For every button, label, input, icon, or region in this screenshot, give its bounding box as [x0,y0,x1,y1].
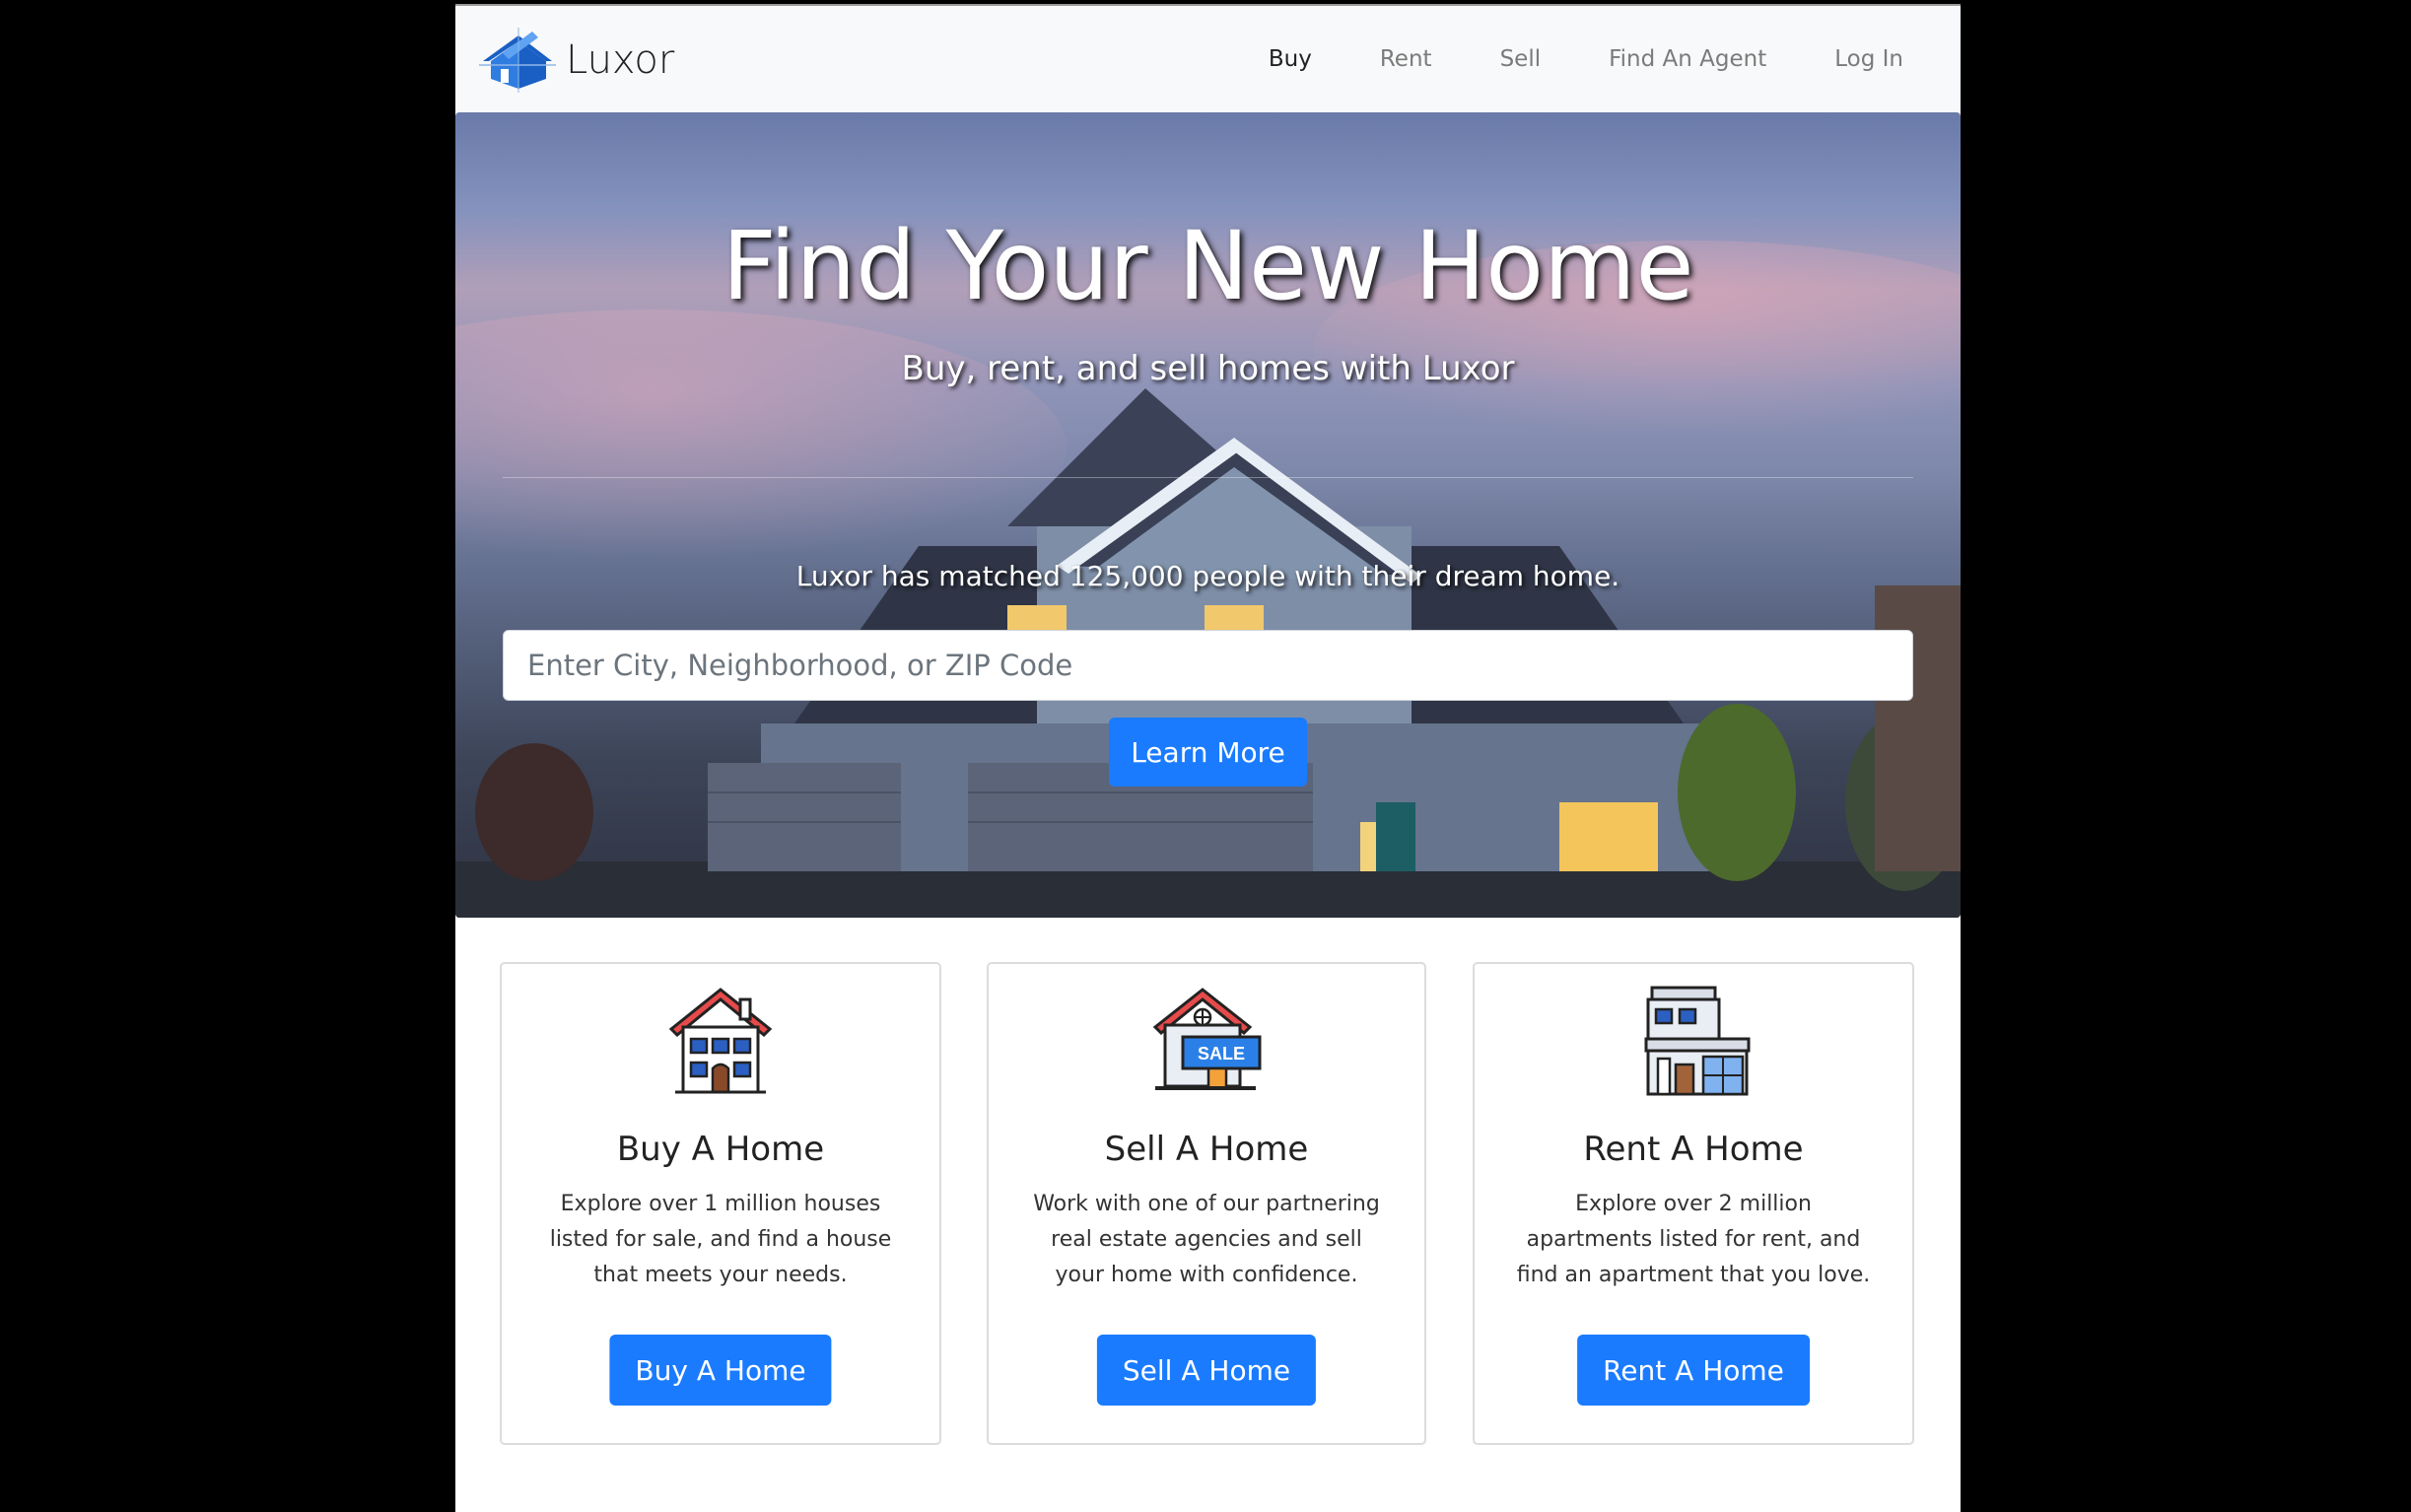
hero-jumbotron: Find Your New Home Buy, rent, and sell h… [455,112,1961,918]
location-search-input[interactable] [503,630,1913,701]
card-text: Explore over 1 million houses listed for… [549,1192,892,1287]
nav-log-in[interactable]: Log In [1834,46,1903,72]
buy-card: Buy A Home Explore over 1 million houses… [500,962,941,1445]
apartment-building-icon [1644,986,1751,1096]
nav-sell[interactable]: Sell [1500,46,1542,72]
card-title: Rent A Home [1583,1130,1804,1169]
luxor-logo-icon [479,28,556,93]
sale-house-icon: SALE [1152,988,1262,1090]
navbar: Luxor Buy Rent Sell Find An Agent Log In [455,6,1961,112]
nav-buy[interactable]: Buy [1269,46,1312,72]
page: Luxor Buy Rent Sell Find An Agent Log In [455,4,1961,1512]
nav-find-agent[interactable]: Find An Agent [1609,46,1766,72]
hero-title: Find Your New Home [722,211,1694,321]
learn-more-button[interactable]: Learn More [1109,718,1307,787]
house-icon [668,988,773,1094]
rent-a-home-button[interactable]: Rent A Home [1577,1335,1810,1406]
card-text: Work with one of our partnering real est… [1033,1192,1380,1287]
brand-name: Luxor [566,37,675,83]
card-title: Buy A Home [616,1130,825,1169]
main-nav: Buy Rent Sell Find An Agent Log In [1269,6,1961,112]
card-text: Explore over 2 million apartments listed… [1516,1192,1871,1287]
sell-card: SALE Sell A Home Work with one of our pa… [987,962,1426,1445]
card-title: Sell A Home [1104,1130,1309,1169]
buy-a-home-button[interactable]: Buy A Home [609,1335,832,1406]
hero-lead-text: Luxor has matched 125,000 people with th… [795,560,1620,592]
sell-a-home-button[interactable]: Sell A Home [1096,1335,1317,1406]
rent-card: Rent A Home Explore over 2 million apart… [1473,962,1914,1445]
hero-divider [503,477,1913,478]
brand[interactable]: Luxor [477,26,674,95]
sale-sign-text: SALE [1198,1044,1245,1064]
nav-rent[interactable]: Rent [1380,46,1432,72]
hero-subtitle: Buy, rent, and sell homes with Luxor [901,349,1515,388]
